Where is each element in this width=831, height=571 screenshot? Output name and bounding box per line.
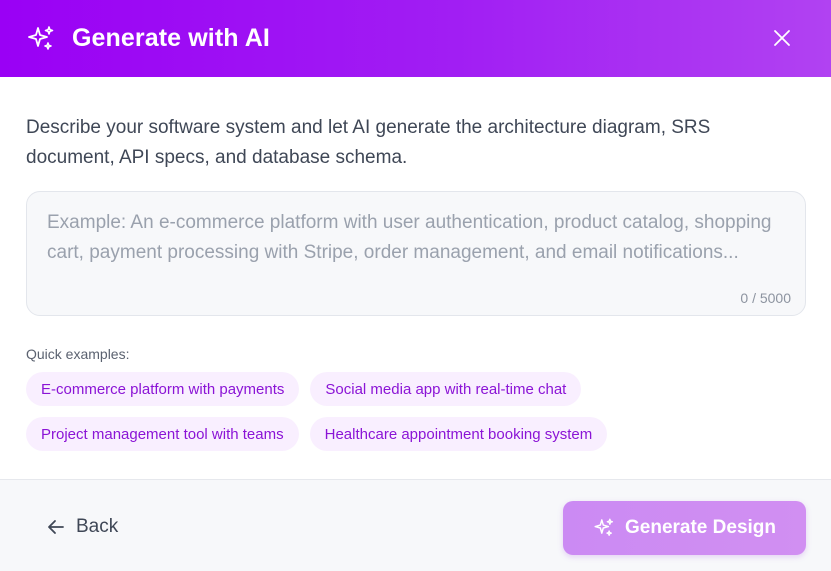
close-button[interactable] (771, 27, 793, 49)
quick-example-chip[interactable]: Project management tool with teams (26, 417, 299, 451)
quick-example-chip[interactable]: Healthcare appointment booking system (309, 417, 608, 451)
modal-footer: Back Generate Design (0, 479, 831, 571)
quick-example-chip[interactable]: E-commerce platform with payments (26, 372, 300, 406)
character-counter: 0 / 5000 (740, 290, 791, 306)
generate-design-label: Generate Design (625, 517, 776, 538)
modal-title: Generate with AI (72, 24, 270, 52)
system-description-field: 0 / 5000 (26, 191, 806, 316)
back-label: Back (76, 516, 119, 537)
modal-body: Describe your software system and let AI… (0, 77, 831, 462)
quick-examples-list: E-commerce platform with payments Social… (26, 372, 686, 462)
back-button[interactable]: Back (46, 516, 118, 538)
quick-example-chip[interactable]: Social media app with real-time chat (310, 372, 582, 406)
system-description-input[interactable] (27, 192, 805, 315)
close-icon (774, 30, 790, 46)
generate-design-button[interactable]: Generate Design (563, 501, 806, 555)
arrow-left-icon (46, 517, 66, 537)
generate-ai-modal: Generate with AI Describe your software … (0, 0, 831, 571)
sparkles-icon (593, 517, 615, 539)
quick-examples-label: Quick examples: (26, 346, 130, 362)
modal-header: Generate with AI (0, 0, 831, 77)
sparkles-icon (26, 24, 56, 54)
description-text: Describe your software system and let AI… (26, 117, 711, 168)
